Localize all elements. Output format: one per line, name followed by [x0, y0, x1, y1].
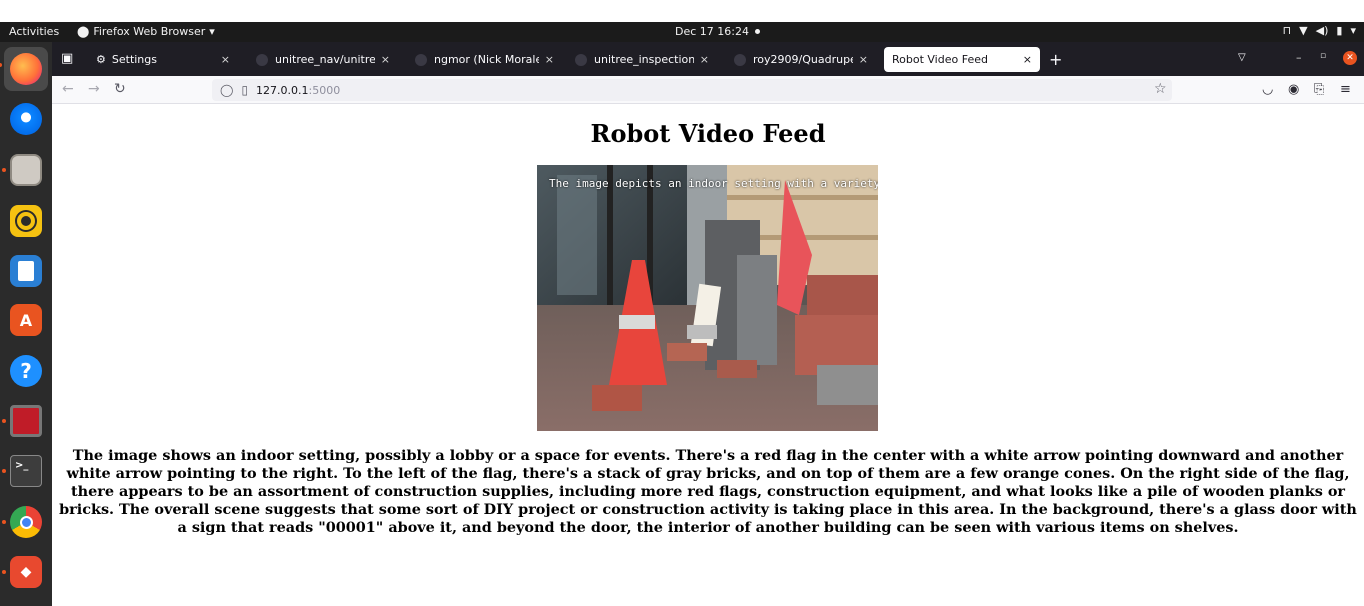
account-icon[interactable]: ◉ — [1288, 82, 1299, 97]
dock-thunderbird[interactable] — [8, 101, 44, 137]
dock-files[interactable] — [2, 152, 44, 188]
list-all-tabs-icon[interactable]: ▽ — [1238, 52, 1246, 63]
help-icon: ? — [10, 355, 42, 387]
network-wired-icon: ⊓ — [1282, 24, 1292, 37]
dock-software[interactable]: A — [8, 302, 44, 338]
maximize-icon[interactable]: ▫ — [1320, 51, 1326, 61]
extensions-icon[interactable]: ⎘ — [1314, 82, 1324, 97]
battery-icon: ▮ — [1336, 24, 1343, 37]
close-tab-icon[interactable]: × — [545, 53, 554, 66]
chrome-icon — [10, 506, 42, 538]
page-content: Robot Video Feed The image depicts an in… — [52, 105, 1364, 606]
tab-ngmor[interactable]: ngmor (Nick Morales) × — [407, 47, 562, 72]
tab-label: roy2909/QuadrupedSea — [753, 53, 853, 66]
files-icon — [10, 154, 42, 186]
tab-unitree-inspection[interactable]: unitree_inspection/unit × — [567, 47, 717, 72]
tab-robot-video-feed[interactable]: Robot Video Feed × — [884, 47, 1040, 72]
pocket-icon[interactable]: ◡ — [1262, 82, 1273, 97]
rhythmbox-icon — [10, 205, 42, 237]
firefox-icon — [10, 53, 42, 85]
dock-red-app[interactable] — [2, 403, 44, 439]
app-menu-label: Firefox Web Browser — [93, 25, 206, 38]
writer-icon — [10, 255, 42, 287]
hamburger-menu-icon[interactable]: ≡ — [1340, 82, 1351, 97]
tab-settings[interactable]: ⚙ Settings × — [88, 47, 238, 72]
url-bar[interactable]: ◯ ▯ 127.0.0.1:5000 — [212, 79, 1172, 101]
dock-terminal[interactable]: >_ — [2, 453, 44, 489]
close-tab-icon[interactable]: × — [381, 53, 390, 66]
dock-chrome[interactable] — [2, 504, 44, 540]
tab-label: Robot Video Feed — [892, 53, 988, 66]
url-host: 127.0.0.1 — [256, 83, 309, 97]
volume-icon: ◀) — [1315, 24, 1329, 37]
back-arrow-icon[interactable]: ← — [62, 81, 74, 97]
tracking-shield-icon[interactable]: ◯ — [220, 83, 233, 97]
close-tab-icon[interactable]: × — [700, 53, 709, 66]
tab-unitree-nav[interactable]: unitree_nav/unitree_nav × — [248, 47, 398, 72]
tab-label: unitree_inspection/unit — [594, 53, 694, 66]
page-icon: ▯ — [241, 83, 249, 97]
url-port: :5000 — [308, 83, 341, 97]
clock[interactable]: Dec 17 16:24 — [675, 25, 760, 38]
notification-dot-icon — [754, 29, 760, 34]
tab-label: unitree_nav/unitree_nav — [275, 53, 375, 66]
dock-writer[interactable] — [8, 253, 44, 289]
dock: A ? >_ ◆ — [0, 42, 52, 606]
video-feed: The image depicts an indoor setting with… — [537, 165, 878, 431]
tab-strip: ▣ ⚙ Settings × unitree_nav/unitree_nav ×… — [52, 42, 1364, 76]
chevron-down-icon: ▾ — [209, 25, 215, 38]
window-close-icon[interactable]: ✕ — [1343, 51, 1357, 65]
clock-label: Dec 17 16:24 — [675, 25, 749, 38]
github-icon — [256, 53, 268, 66]
navigation-toolbar: ← → ↻ ◯ ▯ 127.0.0.1:5000 ☆ ◡ ◉ ⎘ ≡ — [52, 76, 1364, 104]
github-icon — [734, 53, 746, 66]
system-top-bar: Activities ⬤ Firefox Web Browser ▾ Dec 1… — [0, 22, 1364, 42]
wifi-icon: ▼ — [1299, 24, 1308, 37]
terminal-red-icon — [10, 405, 42, 437]
bookmark-star-icon[interactable]: ☆ — [1154, 81, 1167, 97]
dock-orange-app[interactable]: ◆ — [2, 554, 44, 590]
firefox-view-icon[interactable]: ▣ — [61, 51, 73, 66]
video-frame-image — [537, 165, 878, 431]
screen-top-margin — [0, 0, 1364, 22]
system-tray[interactable]: ⊓ ▼ ◀) ▮ ▾ — [1283, 24, 1356, 37]
tab-label: ngmor (Nick Morales) — [434, 53, 539, 66]
chevron-down-icon: ▾ — [1350, 24, 1356, 37]
activities-button[interactable]: Activities — [9, 25, 59, 38]
github-icon — [575, 53, 587, 66]
firefox-small-icon: ⬤ — [77, 25, 90, 38]
app-menu[interactable]: ⬤ Firefox Web Browser ▾ — [77, 25, 215, 38]
close-tab-icon[interactable]: × — [221, 53, 230, 66]
minimize-icon[interactable]: – — [1296, 51, 1302, 64]
dock-firefox[interactable] — [0, 47, 48, 91]
dock-rhythmbox[interactable] — [8, 203, 44, 239]
dock-help[interactable]: ? — [8, 353, 44, 389]
close-tab-icon[interactable]: × — [859, 53, 868, 66]
github-icon — [415, 53, 427, 66]
forward-arrow-icon[interactable]: → — [88, 81, 100, 97]
code-icon: ◆ — [10, 556, 42, 588]
terminal-icon: >_ — [10, 455, 42, 487]
video-caption-overlay: The image depicts an indoor setting with… — [549, 177, 878, 190]
scene-description: The image shows an indoor setting, possi… — [59, 447, 1357, 536]
software-icon: A — [10, 304, 42, 336]
close-tab-icon[interactable]: × — [1023, 53, 1032, 66]
gear-icon: ⚙ — [96, 53, 106, 66]
tab-quadruped[interactable]: roy2909/QuadrupedSea × — [726, 47, 876, 72]
thunderbird-icon — [10, 103, 42, 135]
page-title: Robot Video Feed — [590, 119, 826, 148]
tab-label: Settings — [111, 53, 157, 66]
new-tab-button[interactable]: + — [1049, 50, 1062, 69]
reload-icon[interactable]: ↻ — [114, 81, 126, 97]
